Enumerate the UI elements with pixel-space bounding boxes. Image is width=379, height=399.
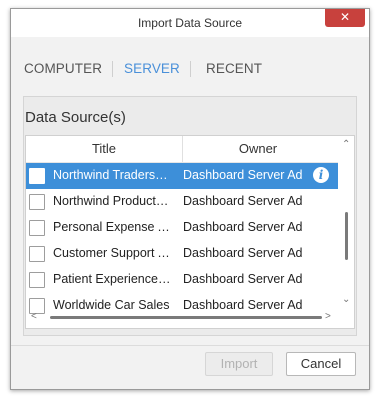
info-icon[interactable]: i (313, 167, 329, 183)
row-owner: Dashboard Server Admin (183, 194, 303, 208)
table-row[interactable]: Northwind Traders Sales Analysis Dashboa… (26, 163, 338, 189)
import-button[interactable]: Import (205, 352, 273, 376)
table-row[interactable]: Northwind Products and Inventory Dashboa… (26, 189, 338, 215)
row-owner: Dashboard Server Admin (183, 298, 303, 312)
vertical-scrollbar-thumb[interactable] (345, 212, 348, 260)
footer-divider (11, 345, 369, 346)
row-owner: Dashboard Server Admin (183, 272, 303, 286)
row-owner: Dashboard Server Admin (183, 220, 303, 234)
tab-computer[interactable]: COMPUTER (24, 61, 102, 76)
title-bar[interactable]: Import Data Source ✕ (11, 9, 369, 37)
chevron-right-icon[interactable]: > (325, 311, 331, 322)
close-button[interactable]: ✕ (325, 9, 365, 27)
table-row[interactable]: Patient Experience Analysis Dashboard Se… (26, 267, 338, 293)
row-checkbox[interactable] (29, 194, 45, 210)
table-row[interactable]: Personal Expense Analysis Dashboard Serv… (26, 215, 338, 241)
tab-server[interactable]: SERVER (124, 61, 180, 76)
table-row[interactable]: Customer Support Analysis Dashboard Serv… (26, 241, 338, 267)
tab-divider (190, 61, 191, 77)
cancel-button[interactable]: Cancel (286, 352, 356, 376)
row-checkbox[interactable] (29, 220, 45, 236)
chevron-up-icon[interactable]: ⌃ (342, 139, 350, 150)
horizontal-scrollbar-thumb[interactable] (50, 316, 322, 319)
row-owner: Dashboard Server Admin (183, 246, 303, 260)
row-title: Northwind Products and Inventory (53, 194, 171, 208)
column-header-owner[interactable]: Owner (183, 136, 333, 162)
row-title: Worldwide Car Sales (53, 298, 170, 312)
data-source-panel: Data Source(s) Title Owner Northwind Tra… (23, 96, 357, 336)
tab-recent[interactable]: RECENT (206, 61, 262, 76)
row-owner: Dashboard Server Admin (183, 168, 303, 182)
row-title: Customer Support Analysis (53, 246, 171, 260)
close-icon: ✕ (339, 10, 351, 24)
tab-divider (112, 61, 113, 77)
row-checkbox[interactable] (29, 168, 45, 184)
row-title: Personal Expense Analysis (53, 220, 171, 234)
column-header-title[interactable]: Title (26, 136, 183, 162)
row-checkbox[interactable] (29, 246, 45, 262)
import-data-source-dialog: Import Data Source ✕ COMPUTER SERVER REC… (10, 8, 370, 390)
row-title: Northwind Traders Sales Analysis (53, 168, 171, 182)
chevron-down-icon[interactable]: ⌄ (342, 294, 350, 305)
data-source-table: Title Owner Northwind Traders Sales Anal… (25, 135, 355, 329)
panel-heading: Data Source(s) (25, 109, 126, 126)
row-title: Patient Experience Analysis (53, 272, 171, 286)
row-checkbox[interactable] (29, 272, 45, 288)
dialog-title: Import Data Source (137, 16, 243, 30)
chevron-left-icon[interactable]: < (31, 311, 37, 322)
